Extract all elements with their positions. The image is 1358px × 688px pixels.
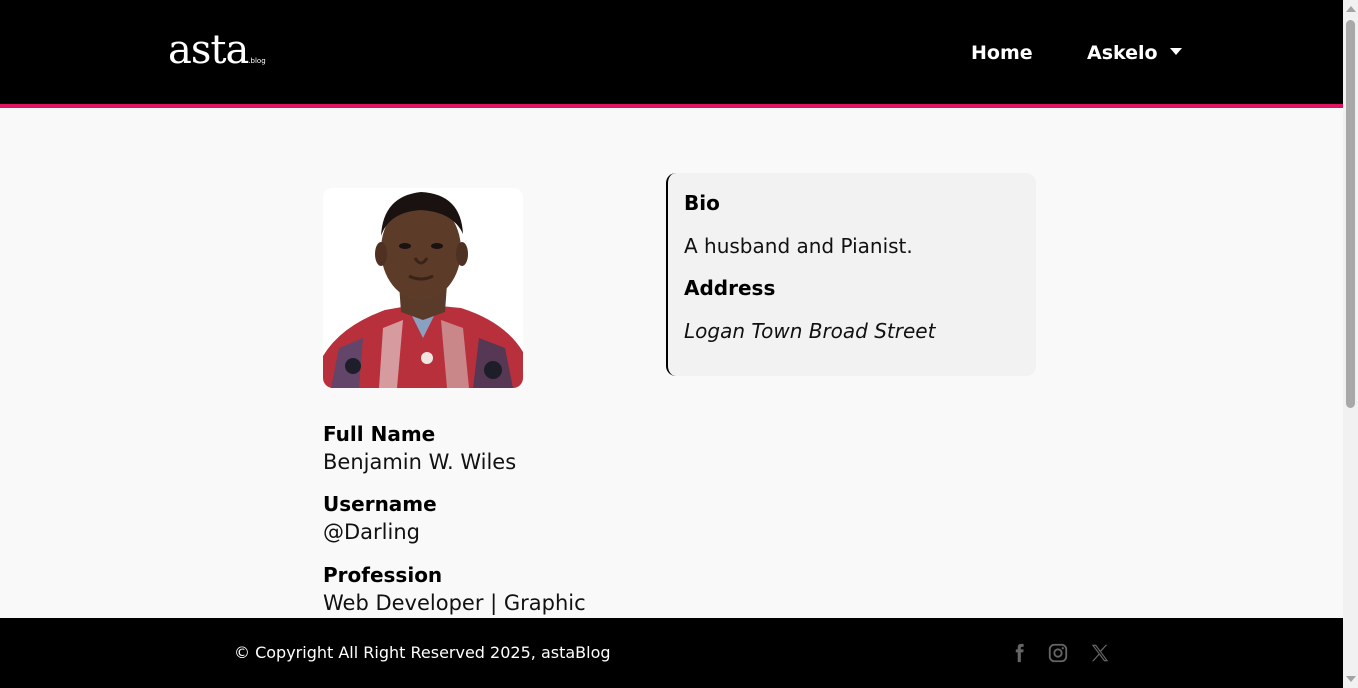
x-icon[interactable] bbox=[1089, 642, 1111, 664]
scroll-down-arrow-icon[interactable] bbox=[1346, 676, 1356, 682]
user-menu-dropdown[interactable]: Askelo bbox=[1087, 40, 1182, 66]
logo-suffix: .blog bbox=[248, 57, 266, 65]
full-name-label: Full Name bbox=[323, 422, 436, 446]
page-scrollbar[interactable] bbox=[1343, 0, 1358, 688]
copyright-text: © Copyright All Right Reserved 2025, ast… bbox=[234, 643, 611, 662]
full-name-value: Benjamin W. Wiles bbox=[323, 450, 517, 474]
logo-text: asta bbox=[168, 27, 249, 73]
profession-label: Profession bbox=[323, 563, 443, 587]
site-logo[interactable]: asta.blog bbox=[168, 28, 266, 83]
avatar bbox=[323, 188, 523, 388]
bio-label: Bio bbox=[684, 191, 720, 215]
username-label: Username bbox=[323, 492, 437, 516]
facebook-icon[interactable] bbox=[1008, 642, 1030, 664]
username-value: @Darling bbox=[323, 520, 420, 544]
address-text: Logan Town Broad Street bbox=[684, 319, 936, 343]
avatar-photo bbox=[323, 188, 523, 388]
site-header: asta.blog Home Askelo bbox=[0, 0, 1343, 104]
bio-text: A husband and Pianist. bbox=[684, 234, 913, 258]
chevron-down-icon bbox=[1169, 48, 1182, 55]
address-label: Address bbox=[684, 276, 776, 300]
user-menu-label: Askelo bbox=[1087, 42, 1158, 64]
nav-home-link[interactable]: Home bbox=[971, 40, 1033, 66]
scroll-up-arrow-icon[interactable] bbox=[1346, 6, 1356, 12]
bio-card: Bio A husband and Pianist. Address Logan… bbox=[666, 173, 1036, 376]
profile-page: Full Name Benjamin W. Wiles Username @Da… bbox=[0, 108, 1343, 618]
site-footer: © Copyright All Right Reserved 2025, ast… bbox=[0, 618, 1343, 688]
profession-value: Web Developer | Graphic bbox=[323, 591, 586, 615]
scrollbar-thumb[interactable] bbox=[1346, 20, 1355, 408]
instagram-icon[interactable] bbox=[1047, 642, 1069, 664]
